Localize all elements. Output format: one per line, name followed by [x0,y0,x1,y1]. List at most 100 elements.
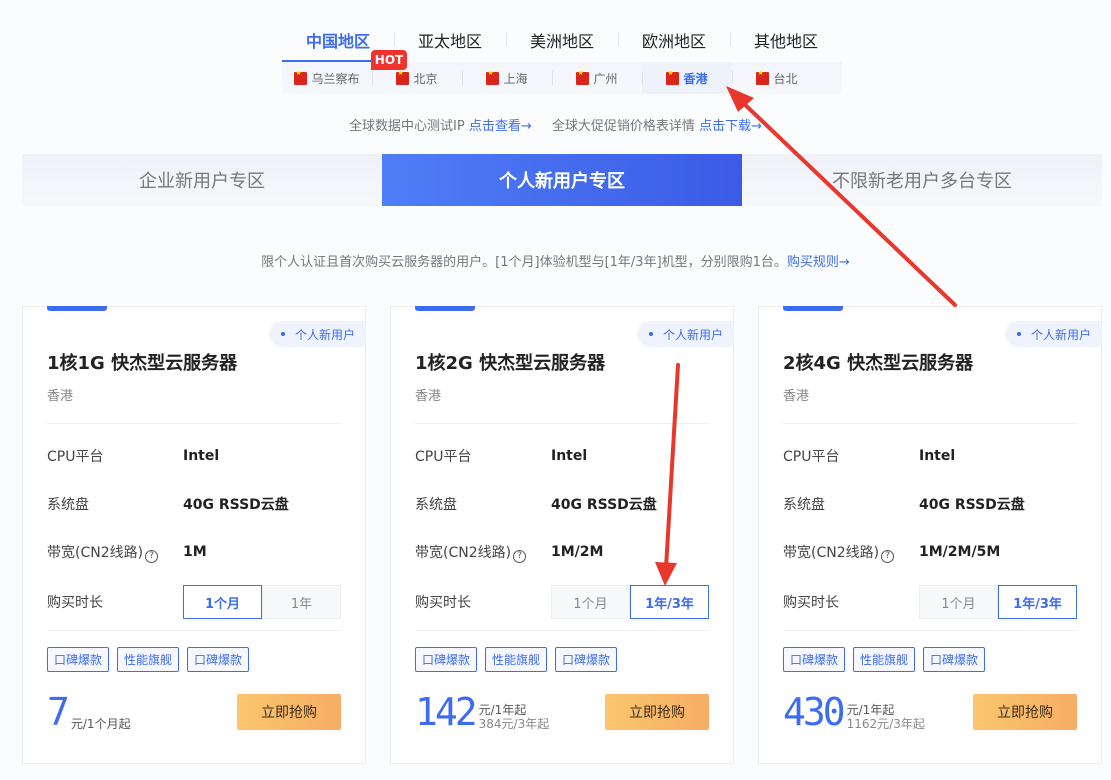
price-sub: 384元/3年起 [478,717,550,731]
cpu-row: CPU平台 Intel [47,436,341,476]
disk-row: 系统盘 40G RSSD云盘 [47,484,341,524]
price-value: 142 [415,690,478,734]
disk-label: 系统盘 [783,497,825,513]
disk-row: 系统盘 40G RSSD云盘 [415,484,709,524]
zone-description: 限个人认证且首次购买云服务器的用户。[1个月]体验机型与[1年/3年]机型，分别… [0,251,1111,270]
card-title: 1核2G 快杰型云服务器 [415,353,606,374]
disk-row: 系统盘 40G RSSD云盘 [783,484,1077,524]
disk-value: 40G RSSD云盘 [183,497,289,513]
bandwidth-value: 1M/2M [551,544,604,560]
feature-labels: 口碑爆款 性能旗舰 口碑爆款 [783,647,986,672]
cpu-value: Intel [183,448,220,464]
cpu-label: CPU平台 [783,449,840,465]
duration-label: 购买时长 [415,595,471,611]
card-location: 香港 [47,389,74,404]
buy-now-button[interactable]: 立即抢购 [605,694,709,730]
bandwidth-row: 带宽(CN2线路)? 1M/2M [415,532,709,572]
divider [783,423,1077,424]
cpu-label: CPU平台 [415,449,472,465]
tab-europe[interactable]: 欧洲地区 [618,22,730,62]
view-test-ip-link[interactable]: 点击查看→ [469,119,532,134]
info-text-price-list: 全球大促促销价格表详情 [551,119,695,134]
personal-new-user-tag: 个人新用户 [636,321,733,347]
buy-now-button[interactable]: 立即抢购 [973,694,1077,730]
price-unit: 元/1年起 [478,703,527,717]
china-flag-icon [294,69,308,85]
duration-option[interactable]: 1年/3年 [630,585,709,619]
help-icon[interactable]: ? [145,549,159,563]
duration-option[interactable]: 1个月 [551,585,630,619]
price-value: 430 [783,690,846,734]
product-card: 个人新用户 1核2G 快杰型云服务器 香港 CPU平台 Intel 系统盘 40G … [390,306,734,764]
duration-row: 购买时长 1个月 1年/3年 [783,582,1077,622]
feature-label: 口碑爆款 [923,647,986,672]
disk-label: 系统盘 [47,497,89,513]
duration-selector: 1个月 1年 [183,585,341,619]
feature-label: 性能旗舰 [485,647,548,672]
help-icon[interactable]: ? [513,549,527,563]
city-label: 台北 [773,71,798,86]
duration-row: 购买时长 1个月 1年/3年 [415,582,709,622]
duration-option[interactable]: 1年/3年 [998,585,1077,619]
product-card: 个人新用户 1核1G 快杰型云服务器 香港 CPU平台 Intel 系统盘 40G … [22,306,366,764]
duration-option[interactable]: 1年 [262,585,341,619]
city-selector: 乌兰察布 北京 上海 广州 香港 台北 [282,62,842,94]
city-hongkong[interactable]: 香港 [642,62,732,94]
tab-asia-pacific[interactable]: 亚太地区 [394,22,506,62]
description-text: 限个人认证且首次购买云服务器的用户。[1个月]体验机型与[1年/3年]机型，分别… [261,255,787,270]
bandwidth-label: 带宽(CN2线路) [47,544,144,561]
tab-unlimited-users[interactable]: 不限新老用户多台专区 [742,154,1102,206]
card-accent-bar [415,306,475,311]
bandwidth-label: 带宽(CN2线路) [415,544,512,561]
feature-labels: 口碑爆款 性能旗舰 口碑爆款 [415,647,618,672]
feature-label: 性能旗舰 [117,647,180,672]
feature-label: 口碑爆款 [415,647,478,672]
tab-personal-new-user[interactable]: 个人新用户专区 [382,154,742,206]
duration-row: 购买时长 1个月 1年 [47,582,341,622]
disk-label: 系统盘 [415,497,457,513]
feature-label: 口碑爆款 [783,647,846,672]
buy-now-button[interactable]: 立即抢购 [237,694,341,730]
purchase-rules-link[interactable]: 购买规则→ [787,255,850,270]
price-unit: 元/1个月起 [70,717,131,731]
duration-label: 购买时长 [47,595,103,611]
bandwidth-row: 带宽(CN2线路)? 1M/2M/5M [783,532,1077,572]
help-icon[interactable]: ? [881,549,895,563]
duration-option[interactable]: 1个月 [919,585,998,619]
bandwidth-label: 带宽(CN2线路) [783,544,880,561]
bandwidth-value: 1M [183,544,207,560]
city-label: 北京 [413,71,438,86]
feature-label: 性能旗舰 [853,647,916,672]
tab-enterprise-new-user[interactable]: 企业新用户专区 [22,154,382,206]
bandwidth-value: 1M/2M/5M [919,544,1001,560]
china-flag-icon [486,69,500,85]
price-unit: 元/1年起 [846,703,895,717]
tab-other[interactable]: 其他地区 [730,22,842,62]
china-flag-icon [576,69,590,85]
price: 142 元/1年起 384元/3年起 [415,691,549,731]
cpu-value: Intel [919,448,956,464]
city-ulanqab[interactable]: 乌兰察布 [282,62,372,94]
disk-value: 40G RSSD云盘 [551,497,657,513]
city-guangzhou[interactable]: 广州 [552,62,642,94]
card-title: 2核4G 快杰型云服务器 [783,353,974,374]
cpu-row: CPU平台 Intel [415,436,709,476]
bandwidth-row: 带宽(CN2线路)? 1M [47,532,341,572]
price-value: 7 [47,690,70,734]
duration-option[interactable]: 1个月 [183,585,262,619]
price: 430 元/1年起 1162元/3年起 [783,691,925,731]
tab-americas[interactable]: 美洲地区 [506,22,618,62]
duration-label: 购买时长 [783,595,839,611]
cpu-label: CPU平台 [47,449,104,465]
feature-label: 口碑爆款 [47,647,110,672]
price-sub: 1162元/3年起 [846,717,925,731]
download-price-list-link[interactable]: 点击下载→ [699,119,762,134]
zone-tabs: 企业新用户专区 个人新用户专区 不限新老用户多台专区 [22,154,1102,206]
duration-selector: 1个月 1年/3年 [919,585,1077,619]
price: 7 元/1个月起 [47,691,131,731]
feature-labels: 口碑爆款 性能旗舰 口碑爆款 [47,647,250,672]
city-shanghai[interactable]: 上海 [462,62,552,94]
city-taipei[interactable]: 台北 [732,62,822,94]
city-label: 乌兰察布 [311,71,360,86]
personal-new-user-tag: 个人新用户 [1004,321,1101,347]
